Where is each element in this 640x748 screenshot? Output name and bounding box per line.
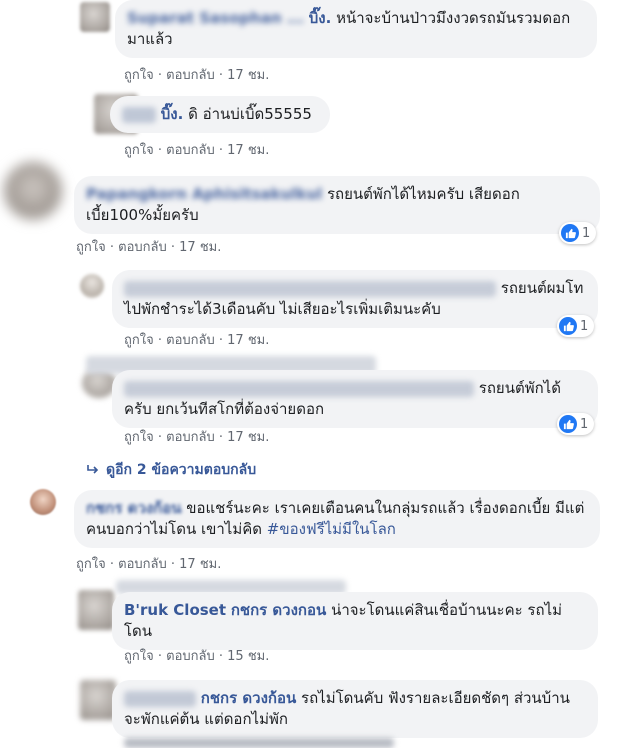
redacted-name — [124, 280, 496, 297]
hashtag-link[interactable]: #ของฟรีไม่มีในโลก — [267, 520, 396, 538]
avatar[interactable] — [80, 680, 116, 720]
comment-time: 17 ชม. — [227, 430, 270, 445]
reply-bubble: รถยนต์พักได้ครับ ยกเว้นทีสโกที่ต้องจ่ายด… — [112, 370, 598, 428]
separator: · — [157, 68, 162, 83]
comment-text: ดิ อ่านบ่เบิ๊ด55555 — [188, 105, 312, 123]
comment-bubble: บิ๊ง. ดิ อ่านบ่เบิ๊ด55555 — [110, 96, 330, 133]
like-link[interactable]: ถูกใจ — [124, 68, 154, 83]
reply-link[interactable]: ตอบกลับ — [166, 143, 215, 158]
reply-bubble: B'ruk Closet กชกร ดวงกอน น่าจะโดนแค่สินเ… — [112, 592, 598, 650]
comment-bubble: Papangkorn Aphisitsakulkul รถยนต์พักได้ไ… — [74, 176, 600, 234]
reply-link[interactable]: ตอบกลับ — [166, 333, 215, 348]
comment-time: 17 ชม. — [227, 68, 270, 83]
separator: · — [218, 68, 224, 83]
comment-author-suffix[interactable]: บิ๊ง. — [161, 105, 184, 123]
avatar[interactable] — [4, 162, 62, 220]
like-link[interactable]: ถูกใจ — [124, 333, 154, 348]
reaction-number: 1 — [582, 225, 591, 241]
comment-actions: ถูกใจ · ตอบกลับ · 17 ชม. — [124, 329, 269, 350]
view-more-replies-link[interactable]: ดูอีก 2 ข้อความตอบกลับ — [86, 459, 256, 481]
comment-author[interactable]: Papangkorn Aphisitsakulkul — [86, 185, 322, 203]
comment-time: 17 ชม. — [227, 143, 270, 158]
reply-link[interactable]: ตอบกลับ — [166, 430, 215, 445]
separator: · — [170, 557, 176, 572]
comment-author[interactable]: Suparat Sasophan ... — [127, 9, 304, 27]
separator: · — [218, 333, 224, 348]
avatar[interactable] — [80, 274, 104, 298]
comment-time: 17 ชม. — [179, 240, 222, 255]
reaction-number: 1 — [580, 318, 589, 334]
like-reaction-icon — [561, 224, 579, 242]
reaction-count[interactable]: 1 — [559, 222, 597, 244]
separator: · — [218, 143, 224, 158]
reaction-count[interactable]: 1 — [557, 315, 595, 337]
reply-link[interactable]: ตอบกลับ — [118, 557, 167, 572]
comment-actions: ถูกใจ · ตอบกลับ · 15 ชม. — [124, 645, 269, 666]
separator: · — [109, 557, 114, 572]
like-link[interactable]: ถูกใจ — [124, 430, 154, 445]
comment-bubble: กชกร ดวงก้อน ขอแชร์นะคะ เราเคยเตือนคนในก… — [74, 490, 600, 548]
reply-link[interactable]: ตอบกลับ — [118, 240, 167, 255]
comment-actions: ถูกใจ · ตอบกลับ · 17 ชม. — [76, 553, 221, 574]
separator: · — [170, 240, 176, 255]
view-more-replies-label: ดูอีก 2 ข้อความตอบกลับ — [106, 462, 257, 478]
reply-link[interactable]: ตอบกลับ — [166, 68, 215, 83]
comment-time: 17 ชม. — [227, 333, 270, 348]
comment-actions: ถูกใจ · ตอบกลับ · 17 ชม. — [124, 64, 269, 85]
comment-author-suffix[interactable]: บิ๊ง. — [309, 9, 332, 27]
like-link[interactable]: ถูกใจ — [124, 143, 154, 158]
redacted-name — [124, 690, 196, 707]
cut-off-actions — [124, 738, 394, 748]
like-link[interactable]: ถูกใจ — [76, 557, 106, 572]
separator: · — [109, 240, 114, 255]
comment-mention[interactable]: กชกร ดวงก้อน — [201, 689, 296, 707]
like-reaction-icon — [559, 415, 577, 433]
comment-author[interactable]: กชกร ดวงก้อน — [86, 499, 181, 517]
redacted-name — [122, 106, 156, 123]
reply-bubble: กชกร ดวงก้อน รถไม่โดนคับ ฟังรายละเอียดชั… — [112, 680, 598, 738]
separator: · — [218, 649, 224, 664]
avatar[interactable] — [30, 489, 56, 515]
comment-actions: ถูกใจ · ตอบกลับ · 17 ชม. — [124, 426, 269, 447]
like-reaction-icon — [559, 317, 577, 335]
comment-mention[interactable]: กชกร ดวงกอน — [231, 601, 326, 619]
comment-bubble: Suparat Sasophan ... บิ๊ง. หน้าจะบ้านป่า… — [115, 0, 597, 58]
comment-time: 17 ชม. — [179, 557, 222, 572]
separator: · — [157, 430, 162, 445]
reaction-number: 1 — [580, 416, 589, 432]
reaction-count[interactable]: 1 — [557, 413, 595, 435]
reply-arrow-icon — [87, 465, 99, 474]
avatar[interactable] — [80, 2, 110, 32]
comment-actions: ถูกใจ · ตอบกลับ · 17 ชม. — [124, 139, 269, 160]
comment-actions: ถูกใจ · ตอบกลับ · 17 ชม. — [76, 236, 221, 257]
like-link[interactable]: ถูกใจ — [124, 649, 154, 664]
separator: · — [157, 649, 162, 664]
redacted-name — [124, 380, 474, 397]
separator: · — [218, 430, 224, 445]
separator: · — [157, 333, 162, 348]
comment-author[interactable]: B'ruk Closet — [124, 601, 226, 619]
separator: · — [157, 143, 162, 158]
reply-link[interactable]: ตอบกลับ — [166, 649, 215, 664]
comment-time: 15 ชม. — [227, 649, 270, 664]
reply-bubble: รถยนต์ผมโทไปพักชำระได้3เดือนคับ ไม่เสียอ… — [112, 270, 598, 328]
like-link[interactable]: ถูกใจ — [76, 240, 106, 255]
avatar[interactable] — [78, 590, 114, 630]
